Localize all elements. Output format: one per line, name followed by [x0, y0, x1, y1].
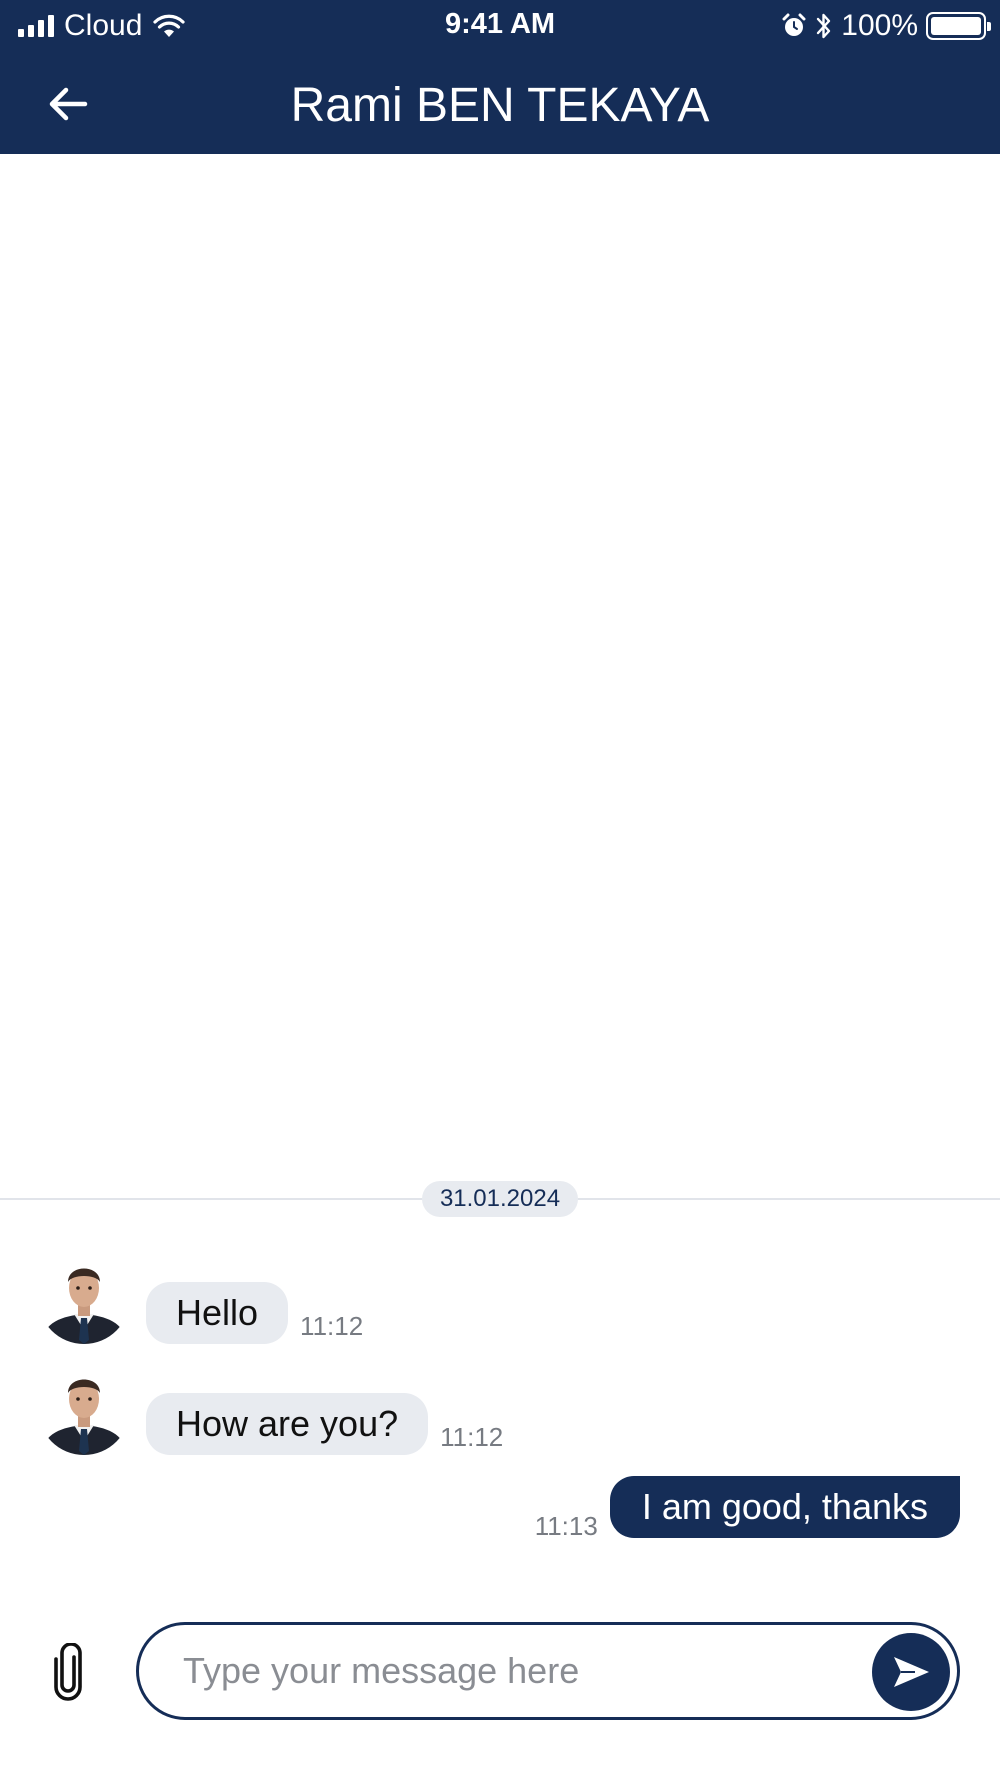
incoming-message-bubble[interactable]: How are you? — [146, 1393, 429, 1455]
avatar[interactable] — [38, 1363, 130, 1455]
status-bar: Cloud 9:41 AM 100% — [0, 0, 1000, 50]
avatar-image — [38, 1363, 130, 1455]
date-chip: 31.01.2024 — [422, 1181, 578, 1217]
message-time: 11:12 — [440, 1422, 504, 1452]
app-bar: Rami BEN TEKAYA — [0, 50, 1000, 154]
send-icon — [894, 1657, 929, 1687]
chat-title: Rami BEN TEKAYA — [290, 79, 710, 132]
avatar[interactable] — [38, 1252, 130, 1344]
paperclip-icon — [54, 1643, 82, 1701]
status-right: 100% — [781, 8, 991, 44]
outgoing-message-bubble[interactable]: I am good, thanks — [609, 1476, 960, 1538]
bluetooth-icon — [817, 13, 831, 39]
avatar-image — [38, 1252, 130, 1344]
attach-button[interactable] — [44, 1640, 92, 1704]
battery-percent: 100% — [841, 9, 918, 42]
message-time: 11:12 — [300, 1311, 364, 1341]
date-divider: 31.01.2024 — [0, 1181, 1000, 1217]
message-row: How are you? 11:12 — [38, 1363, 503, 1455]
message-time: 11:13 — [534, 1511, 598, 1541]
send-button[interactable] — [872, 1633, 950, 1711]
message-row: Hello 11:12 — [38, 1252, 363, 1344]
incoming-message-bubble[interactable]: Hello — [146, 1282, 289, 1344]
message-input[interactable] — [183, 1643, 843, 1699]
alarm-icon — [782, 13, 806, 36]
battery-icon — [926, 12, 991, 40]
message-composer — [136, 1622, 960, 1720]
message-row: 11:13 I am good, thanks — [535, 1476, 960, 1541]
header: Cloud 9:41 AM 100% Rami BEN TEKAYA — [0, 0, 1000, 154]
